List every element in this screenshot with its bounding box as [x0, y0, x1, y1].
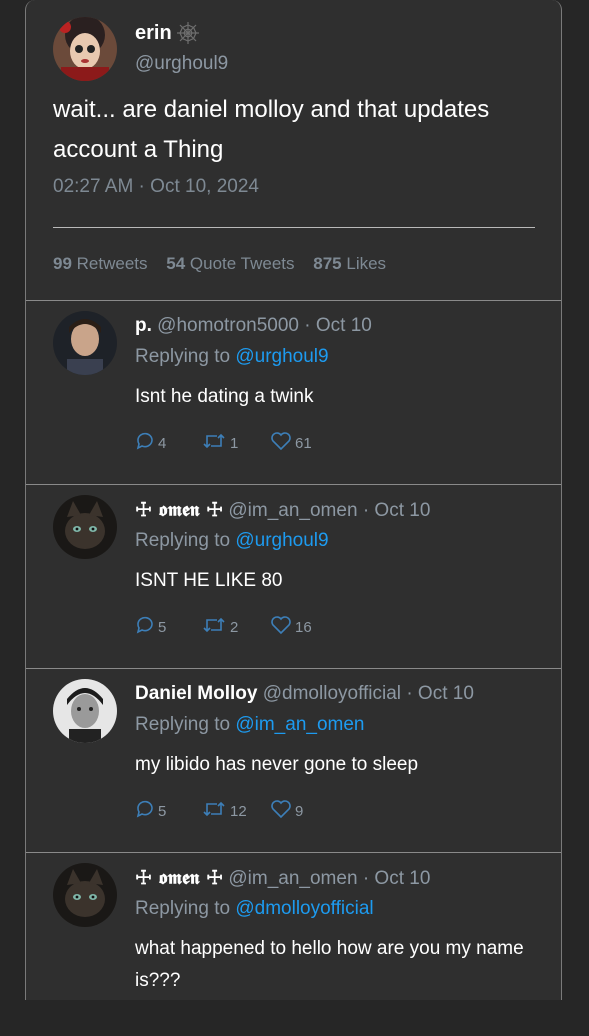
likes-stat[interactable]: 875 Likes — [313, 254, 386, 273]
reply-tweet[interactable]: ☩ 𝖔𝖒𝖊𝖓 ☩ @im_an_omen · Oct 10 Replying t… — [26, 485, 561, 669]
reply-text: my libido has never gone to sleep — [135, 754, 419, 775]
retweet-button[interactable]: 12 — [201, 797, 247, 820]
retweet-count: 2 — [230, 619, 239, 636]
retweet-count: 1 — [230, 435, 239, 452]
divider — [53, 227, 535, 228]
like-button[interactable]: 61 — [270, 429, 312, 452]
reply-author-name[interactable]: ☩ 𝖔𝖒𝖊𝖓 ☩ — [135, 867, 223, 889]
reply-author-name[interactable]: p. — [135, 315, 152, 336]
avatar-omen[interactable] — [53, 863, 117, 927]
retweet-icon — [203, 801, 225, 816]
reply-date[interactable]: · Oct 10 — [304, 315, 372, 336]
reply-author-name[interactable]: Daniel Molloy — [135, 683, 257, 704]
author-handle[interactable]: @urghoul9 — [135, 53, 228, 75]
spider-web-icon — [177, 22, 199, 44]
retweets-count: 99 — [53, 254, 72, 273]
replying-to-link[interactable]: @urghoul9 — [235, 346, 328, 367]
reply-author-handle[interactable]: @im_an_omen — [228, 868, 357, 889]
reply-date[interactable]: · Oct 10 — [363, 868, 431, 889]
quotes-stat[interactable]: 54 Quote Tweets — [166, 254, 294, 273]
comment-icon — [136, 432, 153, 449]
reply-tweet[interactable]: Daniel Molloy @dmolloyofficial · Oct 10 … — [26, 669, 561, 853]
replying-label: Replying to — [135, 530, 231, 551]
reply-count: 5 — [158, 619, 167, 636]
like-count: 16 — [295, 619, 312, 636]
retweet-button[interactable]: 1 — [201, 429, 238, 452]
reply-text: Isnt he dating a twink — [135, 386, 314, 407]
reply-count: 5 — [158, 803, 167, 820]
reply-header: p. @homotron5000 · Oct 10 — [135, 315, 372, 337]
replying-to: Replying to @im_an_omen — [135, 714, 364, 736]
reply-author-handle[interactable]: @dmolloyofficial — [263, 683, 401, 704]
avatar-daniel-molloy[interactable] — [53, 679, 117, 743]
like-count: 9 — [295, 803, 304, 820]
main-tweet[interactable]: erin @urghoul9 wait... are daniel molloy… — [26, 0, 561, 301]
retweet-icon — [203, 617, 225, 632]
retweets-label: Retweets — [76, 254, 148, 273]
likes-count: 875 — [313, 254, 342, 273]
reply-author-handle[interactable]: @im_an_omen — [228, 500, 357, 521]
tweet-text: wait... are daniel molloy and that updat… — [53, 96, 490, 163]
likes-label: Likes — [346, 254, 387, 273]
retweets-stat[interactable]: 99 Retweets — [53, 254, 148, 273]
reply-text: what happened to hello how are you my na… — [135, 938, 524, 991]
avatar-omen[interactable] — [53, 495, 117, 559]
reply-author-name[interactable]: ☩ 𝖔𝖒𝖊𝖓 ☩ — [135, 499, 223, 521]
reply-button[interactable]: 5 — [135, 797, 166, 820]
reply-tweet[interactable]: ☩ 𝖔𝖒𝖊𝖓 ☩ @im_an_omen · Oct 10 Replying t… — [26, 853, 561, 1036]
reply-actions: 4 1 61 — [135, 429, 435, 455]
comment-icon — [136, 800, 153, 817]
reply-button[interactable]: 5 — [135, 613, 166, 636]
replying-label: Replying to — [135, 898, 231, 919]
replying-label: Replying to — [135, 346, 231, 367]
heart-icon — [271, 799, 291, 818]
like-button[interactable]: 16 — [270, 613, 312, 636]
like-button[interactable]: 9 — [270, 797, 303, 820]
replying-to: Replying to @urghoul9 — [135, 530, 329, 552]
retweet-icon — [203, 433, 225, 448]
reply-actions: 5 12 9 — [135, 797, 435, 823]
reply-tweet[interactable]: p. @homotron5000 · Oct 10 Replying to @u… — [26, 301, 561, 485]
tweet-timestamp[interactable]: 02:27 AM · Oct 10, 2024 — [53, 176, 259, 198]
thread-container: erin @urghoul9 wait... are daniel molloy… — [25, 0, 562, 1000]
retweet-count: 12 — [230, 803, 247, 820]
quotes-label: Quote Tweets — [189, 254, 295, 273]
reply-count: 4 — [158, 435, 167, 452]
like-count: 61 — [295, 435, 312, 452]
replying-to: Replying to @dmolloyofficial — [135, 898, 374, 920]
reply-header: ☩ 𝖔𝖒𝖊𝖓 ☩ @im_an_omen · Oct 10 — [135, 867, 430, 890]
reply-text: ISNT HE LIKE 80 — [135, 570, 283, 591]
avatar-erin[interactable] — [53, 17, 117, 81]
replying-to-link[interactable]: @im_an_omen — [235, 714, 364, 735]
avatar-p[interactable] — [53, 311, 117, 375]
replying-to: Replying to @urghoul9 — [135, 346, 329, 368]
quotes-count: 54 — [166, 254, 186, 273]
author-name[interactable]: erin — [135, 22, 172, 45]
heart-icon — [271, 431, 291, 450]
reply-author-handle[interactable]: @homotron5000 — [157, 315, 299, 336]
reply-button[interactable]: 4 — [135, 429, 166, 452]
reply-date[interactable]: · Oct 10 — [363, 500, 431, 521]
reply-date[interactable]: · Oct 10 — [406, 683, 474, 704]
tweet-stats: 99 Retweets 54 Quote Tweets 875 Likes — [53, 254, 400, 274]
reply-header: ☩ 𝖔𝖒𝖊𝖓 ☩ @im_an_omen · Oct 10 — [135, 499, 430, 522]
replying-label: Replying to — [135, 714, 231, 735]
reply-actions: 5 2 16 — [135, 613, 435, 639]
replying-to-link[interactable]: @urghoul9 — [235, 530, 328, 551]
comment-icon — [136, 616, 153, 633]
replying-to-link[interactable]: @dmolloyofficial — [235, 898, 373, 919]
heart-icon — [271, 615, 291, 634]
retweet-button[interactable]: 2 — [201, 613, 238, 636]
reply-header: Daniel Molloy @dmolloyofficial · Oct 10 — [135, 683, 474, 705]
